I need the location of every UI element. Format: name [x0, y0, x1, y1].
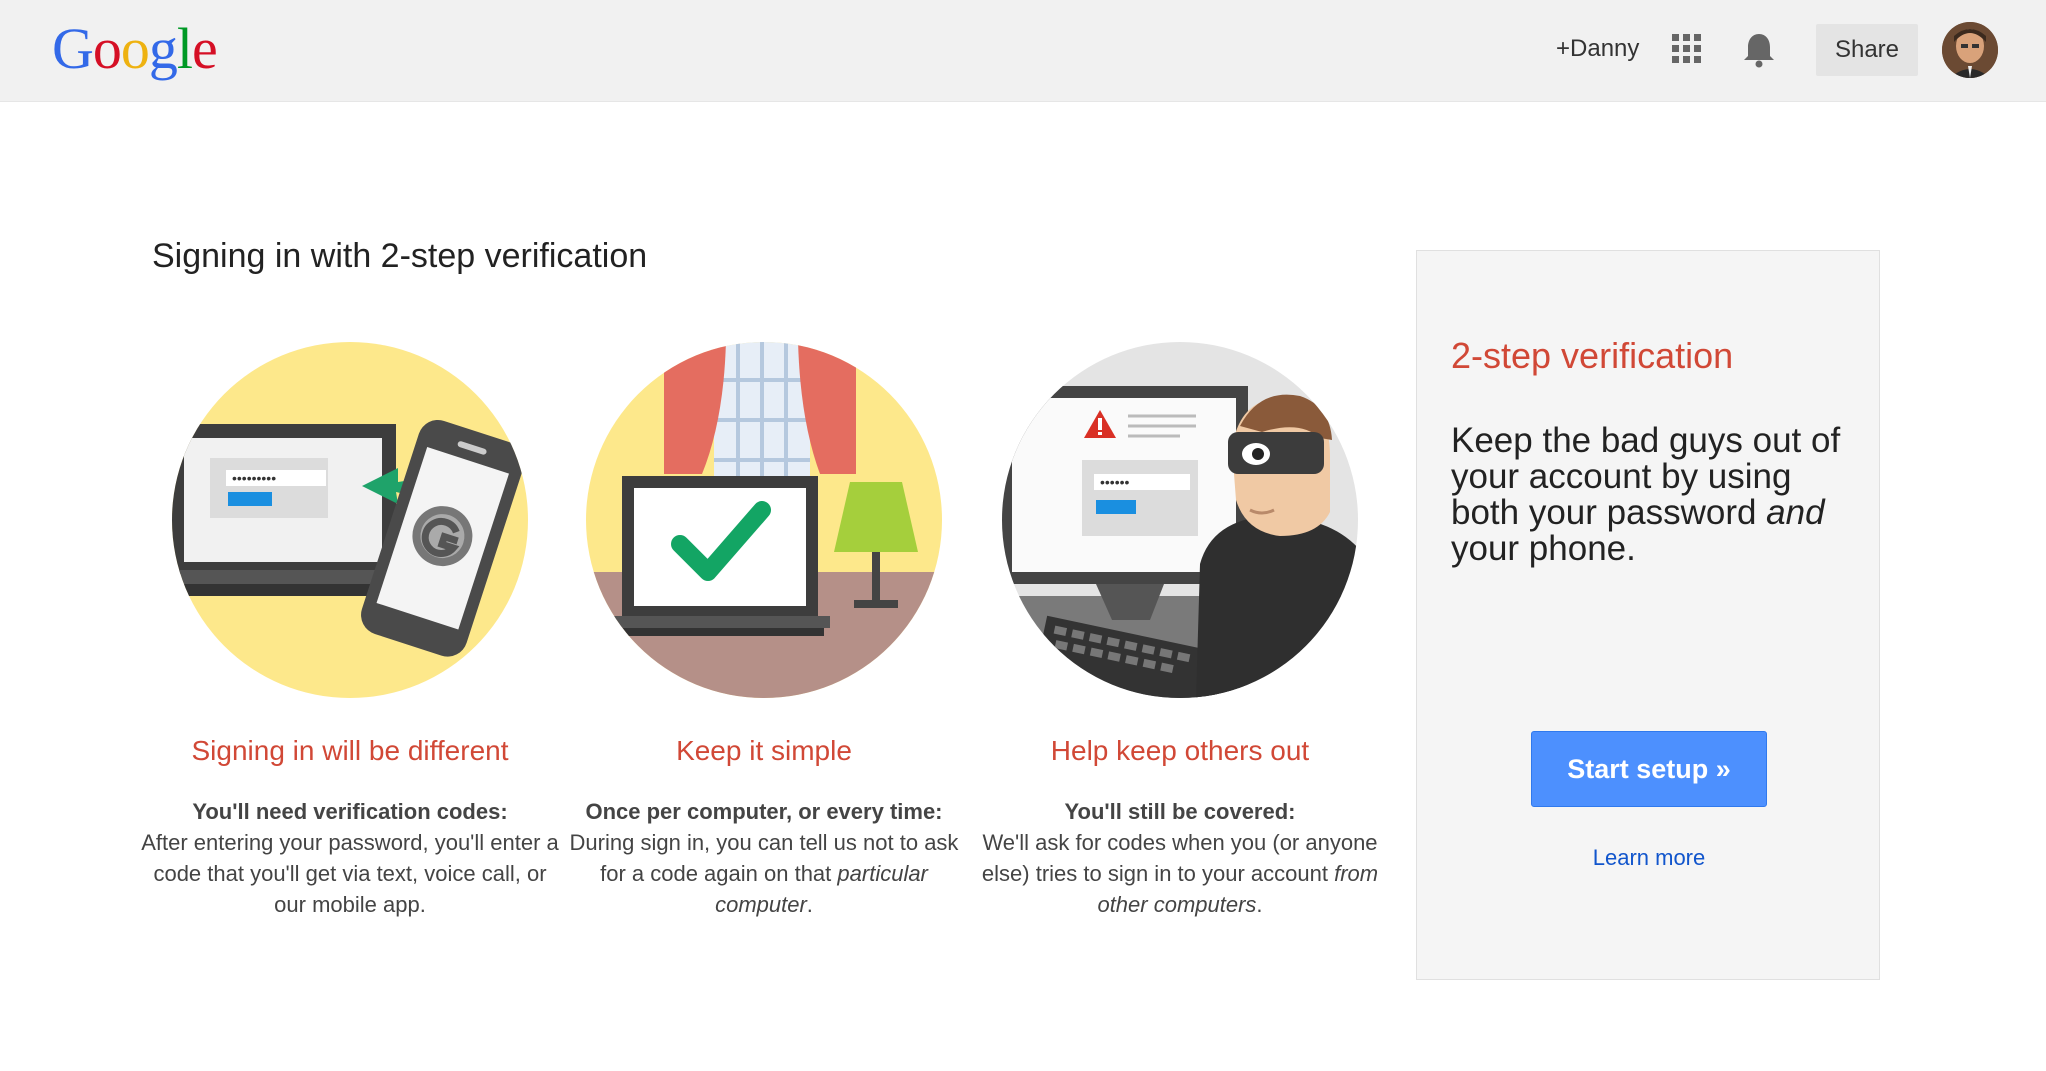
feature-title: Keep it simple: [676, 735, 852, 766]
feature-text: .: [806, 892, 813, 917]
logo-letter: o: [120, 16, 150, 81]
feature-description: You'll still be covered: We'll ask for c…: [970, 796, 1390, 920]
page-title: Signing in with 2-step verification: [152, 237, 648, 275]
feature-text: We'll ask for codes when you (or anyone …: [981, 830, 1378, 886]
setup-card: 2-step verification Keep the bad guys ou…: [1416, 250, 1880, 980]
logo-letter: l: [176, 16, 193, 81]
card-body-text: your phone.: [1451, 529, 1636, 568]
card-body-emphasis: and: [1766, 493, 1825, 532]
logo-letter: g: [148, 16, 178, 81]
feature-lead: You'll need verification codes:: [192, 799, 508, 824]
svg-text:••••••: ••••••: [1100, 474, 1130, 490]
feature-title: Help keep others out: [1050, 735, 1310, 766]
logo-letter: o: [92, 16, 122, 81]
start-setup-button[interactable]: Start setup »: [1531, 731, 1767, 807]
feature-keep-simple: Keep it simple Once per computer, or eve…: [570, 340, 958, 917]
feature-title: Signing in will be different: [191, 735, 509, 766]
apps-grid-icon[interactable]: [1672, 34, 1702, 64]
feature-description: Once per computer, or every time: During…: [554, 796, 974, 920]
logo-letter: G: [52, 16, 94, 81]
google-logo[interactable]: Google: [52, 14, 218, 84]
feature-text: After entering your password, you'll ent…: [141, 830, 559, 917]
card-title: 2-step verification: [1451, 335, 1734, 376]
laptop-window-checkmark-illustration: [586, 342, 942, 698]
avatar[interactable]: [1942, 22, 1998, 78]
avatar-photo-icon: [1942, 22, 1998, 78]
logo-letter: e: [192, 16, 218, 81]
learn-more-link[interactable]: Learn more: [1417, 843, 1881, 873]
card-body: Keep the bad guys out of your account by…: [1451, 423, 1851, 567]
masked-thief-computer-illustration: ••••••: [1002, 342, 1358, 698]
laptop-phone-illustration: •••••••••: [172, 342, 528, 698]
feature-keep-others-out: •••••• Help keep others out You'll still…: [982, 340, 1378, 917]
feature-description: You'll need verification codes: After en…: [140, 796, 560, 920]
feature-lead: Once per computer, or every time:: [585, 799, 943, 824]
google-plus-user-link[interactable]: +Danny: [1556, 34, 1639, 64]
top-bar: Google +Danny Share: [0, 0, 2046, 102]
feature-lead: You'll still be covered:: [1064, 799, 1296, 824]
share-button[interactable]: Share: [1816, 24, 1918, 76]
notifications-bell-icon[interactable]: [1742, 32, 1776, 68]
feature-text: .: [1256, 892, 1263, 917]
feature-signing-different: ••••••••• Signing in will be different Y…: [141, 340, 559, 917]
svg-text:•••••••••: •••••••••: [232, 470, 276, 486]
